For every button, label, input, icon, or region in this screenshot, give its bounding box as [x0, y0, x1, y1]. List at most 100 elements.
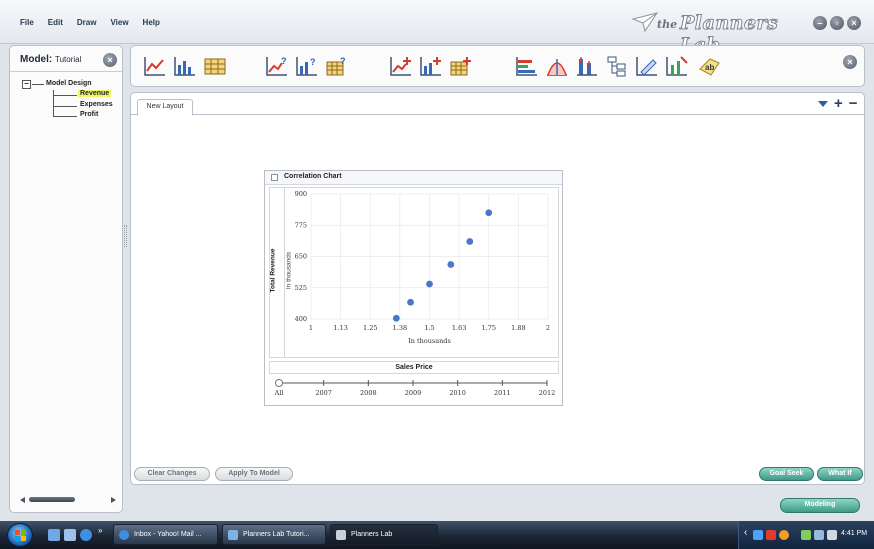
taskbar-window-tutorial[interactable]: Planners Lab Tutori... — [222, 524, 326, 545]
internet-explorer-icon[interactable] — [80, 529, 92, 541]
taskbar-window-yahoo-mail[interactable]: Inbox - Yahoo! Mail ... — [113, 524, 218, 545]
table-question-icon[interactable]: ? — [325, 55, 349, 77]
x-tick-label: 1.75 — [482, 324, 496, 332]
clock: 4:41 PM — [841, 530, 868, 537]
slider-handle[interactable] — [275, 379, 283, 387]
data-point — [392, 314, 400, 322]
taskbar-window-label: Planners Lab Tutori... — [243, 531, 310, 538]
correlation-chart[interactable]: Correlation Chart Total Revenue In thous… — [264, 170, 563, 406]
add-tab-icon[interactable]: + — [834, 96, 843, 111]
security-icon[interactable] — [766, 530, 776, 540]
taskbar-window-label: Inbox - Yahoo! Mail ... — [134, 531, 202, 538]
minimize-icon[interactable]: – — [813, 16, 827, 30]
battery-icon[interactable] — [801, 530, 811, 540]
taskbar-window-label: Planners Lab — [351, 531, 393, 538]
bar-chart-icon[interactable] — [173, 55, 197, 77]
horizontal-scrollbar[interactable] — [20, 496, 116, 504]
brand-logo: the Planners Lab — [632, 9, 807, 57]
table-add-icon[interactable] — [449, 55, 473, 77]
svg-text:?: ? — [281, 56, 287, 66]
menu-view[interactable]: View — [110, 18, 128, 27]
apply-to-model-button[interactable]: Apply To Model — [215, 467, 293, 481]
model-title: Model: Tutorial — [20, 54, 81, 65]
document-icon — [228, 530, 238, 540]
scroll-right-icon[interactable] — [111, 497, 116, 503]
menu-draw[interactable]: Draw — [77, 18, 97, 27]
toolbar: ? ? ? ab × — [130, 45, 865, 87]
close-panel-icon[interactable]: × — [103, 53, 117, 67]
network-icon[interactable] — [753, 530, 763, 540]
system-tray: ‹ 4:41 PM — [738, 521, 874, 549]
panel-splitter[interactable] — [124, 225, 127, 247]
tree-item-revenue[interactable]: Revenue — [78, 90, 112, 97]
tab-menu-icon[interactable] — [818, 101, 828, 107]
show-desktop-icon[interactable] — [48, 529, 60, 541]
x-tick-label: 1 — [309, 324, 313, 332]
windows-logo-icon — [15, 530, 26, 541]
menu-help[interactable]: Help — [143, 18, 160, 27]
tab-new-layout[interactable]: New Layout — [137, 99, 193, 116]
menu-file[interactable]: File — [20, 18, 34, 27]
scrollbar-thumb[interactable] — [29, 497, 75, 502]
x-tick-label: 1.38 — [393, 324, 407, 332]
data-point — [466, 238, 474, 245]
close-toolbar-icon[interactable]: × — [843, 55, 857, 69]
restore-icon[interactable]: ▫ — [830, 16, 844, 30]
horizontal-bar-icon[interactable] — [515, 55, 539, 77]
model-label: Model: — [20, 54, 53, 65]
what-if-button[interactable]: What If — [817, 467, 863, 481]
line-chart-add-icon[interactable] — [389, 55, 413, 77]
goal-seek-button[interactable]: Goal Seek — [759, 467, 814, 481]
menubar: File Edit Draw View Help the Planners La… — [0, 0, 874, 57]
data-point — [447, 261, 455, 268]
tray-expand-icon[interactable]: ‹ — [744, 527, 747, 538]
switch-windows-icon[interactable] — [64, 529, 76, 541]
tab-controls: + − — [818, 96, 858, 111]
tree-root[interactable]: Model Design — [46, 80, 92, 87]
y-tick-label: 400 — [295, 315, 307, 323]
bar-chart-question-icon[interactable]: ? — [295, 55, 319, 77]
y-tick-label: 775 — [295, 221, 307, 229]
taskbar-window-planners-lab[interactable]: Planners Lab — [330, 524, 438, 545]
table-icon[interactable] — [203, 55, 227, 77]
x-tick-label: 1.63 — [452, 324, 466, 332]
chart-plot: 900 775 650 525 4001 1.13 1.25 1.38 1.5 1.63 1.75 1… — [274, 190, 556, 397]
line-chart-question-icon[interactable]: ? — [265, 55, 289, 77]
brand-prefix: the — [657, 18, 678, 31]
volume-icon[interactable] — [827, 530, 837, 540]
collapse-icon[interactable]: − — [22, 80, 31, 89]
x-tick-label: 1.13 — [333, 324, 347, 332]
messenger-icon[interactable] — [779, 530, 789, 540]
quicklaunch-overflow-icon[interactable]: » — [98, 526, 102, 535]
pencil-icon[interactable] — [635, 55, 659, 77]
remove-tab-icon[interactable]: − — [849, 96, 858, 111]
start-button[interactable] — [7, 523, 33, 547]
scroll-left-icon[interactable] — [20, 497, 25, 503]
slider-label: 2008 — [360, 389, 377, 397]
browser-icon — [119, 530, 129, 540]
x-tick-label: 1.5 — [424, 324, 434, 332]
slider-label: All — [274, 389, 284, 397]
clear-changes-button[interactable]: Clear Changes — [134, 467, 210, 481]
model-panel: Model: Tutorial × − Model Design Revenue… — [9, 45, 123, 513]
y-tick-label: 900 — [295, 190, 307, 198]
tree-item-expenses[interactable]: Expenses — [80, 101, 113, 108]
modeling-button[interactable]: Modeling — [780, 498, 860, 513]
compare-icon[interactable] — [575, 55, 599, 77]
slider-label: 2007 — [315, 389, 332, 397]
data-point — [485, 209, 493, 217]
tab-strip: New Layout + − — [131, 93, 864, 116]
tree-icon[interactable] — [605, 55, 629, 77]
model-name: Tutorial — [55, 55, 82, 64]
connection-icon[interactable] — [814, 530, 824, 540]
text-label-icon[interactable]: ab — [697, 55, 721, 77]
line-chart-icon[interactable] — [143, 55, 167, 77]
edit-chart-icon[interactable] — [665, 55, 689, 77]
tree-item-profit[interactable]: Profit — [80, 111, 98, 118]
menu-edit[interactable]: Edit — [48, 18, 63, 27]
slider-label: 2010 — [449, 389, 466, 397]
bar-chart-add-icon[interactable] — [419, 55, 443, 77]
x-axis-unit: In thousands — [408, 337, 451, 345]
distribution-icon[interactable] — [545, 55, 569, 77]
close-icon[interactable]: × — [847, 16, 861, 30]
